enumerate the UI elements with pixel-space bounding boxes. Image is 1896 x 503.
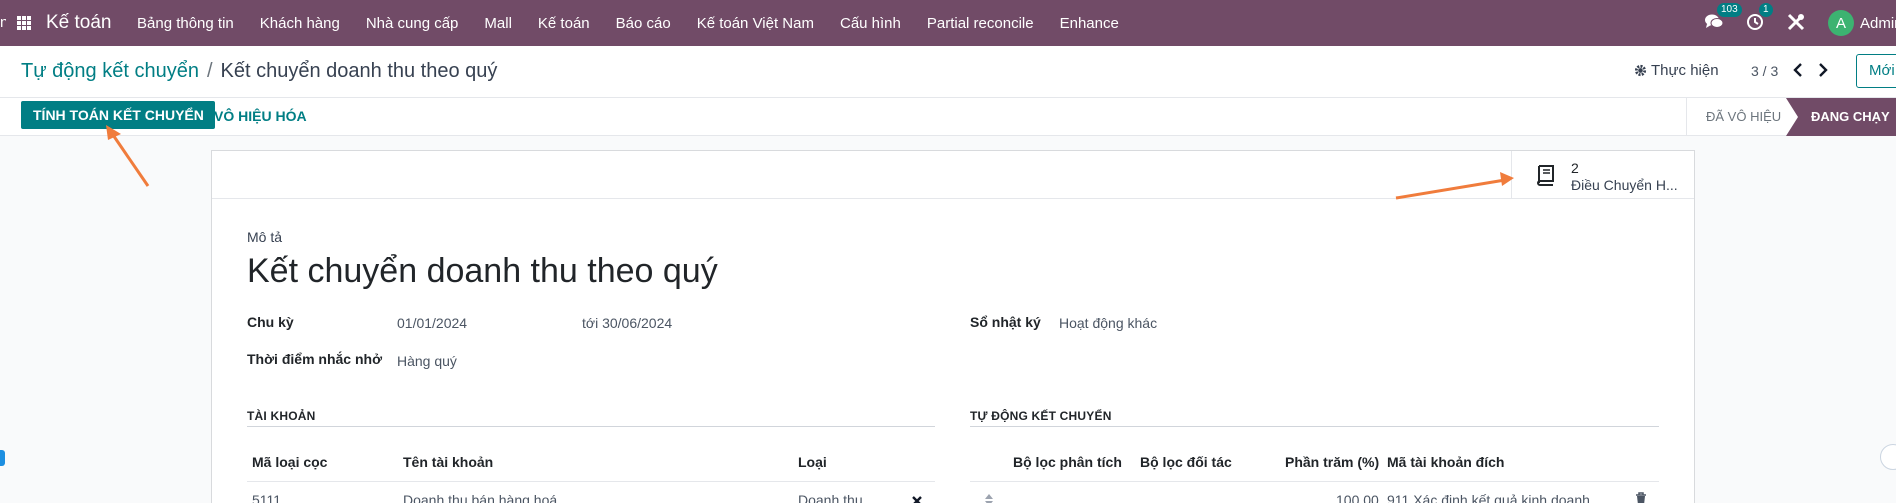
period-label: Chu kỳ xyxy=(247,314,294,330)
chevron-right-icon[interactable] xyxy=(1817,62,1829,78)
activities-count-badge: 1 xyxy=(1759,2,1773,17)
apps-grid-icon[interactable] xyxy=(17,16,31,30)
navbar-systray: 103 1 A Admin xyxy=(1704,0,1896,46)
menu-item-accounting[interactable]: Kế toán xyxy=(525,15,603,32)
period-to-field[interactable]: tới 30/06/2024 xyxy=(582,315,672,331)
transfers-col-target[interactable]: Mã tài khoản đích xyxy=(1387,454,1504,470)
breadcrumb-parent-link[interactable]: Tự động kết chuyển xyxy=(21,60,199,83)
menu-item-configuration[interactable]: Cấu hình xyxy=(827,15,914,32)
action-menu-label: Thực hiện xyxy=(1651,62,1719,79)
transfers-row-target[interactable]: 911 Xác định kết quả kinh doanh xyxy=(1387,492,1590,503)
reminder-label: Thời điểm nhắc nhở xyxy=(247,351,383,367)
journal-label: Sổ nhật ký xyxy=(970,314,1041,330)
delete-row-x-icon[interactable] xyxy=(911,495,923,503)
accounts-section-title: TÀI KHOẢN xyxy=(247,409,316,423)
side-help-tab[interactable] xyxy=(0,450,5,466)
transfers-row-percent[interactable]: 100,00 xyxy=(1336,492,1379,503)
new-record-button[interactable]: Mới xyxy=(1856,54,1896,88)
user-avatar[interactable]: A xyxy=(1828,10,1854,36)
period-from-field[interactable]: 01/01/2024 xyxy=(397,315,467,331)
main-menu: Bảng thông tin Khách hàng Nhà cung cấp M… xyxy=(124,0,1132,46)
form-sheet: 2 Điều Chuyển H... Mô tả Kết chuyển doan… xyxy=(211,150,1695,503)
record-title[interactable]: Kết chuyển doanh thu theo quý xyxy=(247,252,718,291)
accounts-col-type[interactable]: Loại xyxy=(798,454,827,470)
menu-item-partial-reconcile[interactable]: Partial reconcile xyxy=(914,15,1047,32)
stage-running[interactable]: ĐANG CHẠY xyxy=(1786,98,1896,136)
menu-item-customers[interactable]: Khách hàng xyxy=(247,15,353,32)
app-title[interactable]: Kế toán xyxy=(46,12,112,34)
form-statusbar: TÍNH TOÁN KẾT CHUYỂN VÔ HIỆU HÓA ĐÃ VÔ H… xyxy=(0,98,1896,136)
breadcrumb: Tự động kết chuyển / Kết chuyển doanh th… xyxy=(21,60,497,83)
smart-button-value: 2 xyxy=(1571,160,1579,176)
drag-handle-icon[interactable] xyxy=(984,493,994,503)
activities-button[interactable]: 1 xyxy=(1746,2,1773,34)
menu-item-vn-accounting[interactable]: Kế toán Việt Nam xyxy=(684,15,827,32)
menu-item-enhance[interactable]: Enhance xyxy=(1047,15,1132,32)
smart-button-label: Điều Chuyển H... xyxy=(1571,177,1678,193)
messages-button[interactable]: 103 xyxy=(1704,2,1742,34)
control-panel: Tự động kết chuyển / Kết chuyển doanh th… xyxy=(0,46,1896,98)
transfers-header-divider xyxy=(970,481,1659,482)
accounts-header-divider xyxy=(247,481,935,482)
smart-button-transfers[interactable]: 2 Điều Chuyển H... xyxy=(1511,151,1694,199)
accounts-col-name[interactable]: Tên tài khoản xyxy=(403,454,493,470)
menu-item-vendors[interactable]: Nhà cung cấp xyxy=(353,15,472,32)
floating-round-button[interactable] xyxy=(1880,444,1896,470)
description-label: Mô tả xyxy=(247,229,283,245)
menu-item-mall[interactable]: Mall xyxy=(471,15,525,32)
gear-icon xyxy=(1634,64,1647,77)
transfers-col-partner[interactable]: Bộ lọc đối tác xyxy=(1140,454,1232,470)
accounts-col-code[interactable]: Mã loại cọc xyxy=(252,454,327,470)
book-icon xyxy=(1537,165,1554,186)
deactivate-button[interactable]: VÔ HIỆU HÓA xyxy=(214,108,307,124)
chevron-left-icon[interactable] xyxy=(1792,62,1804,78)
menu-item-dashboard[interactable]: Bảng thông tin xyxy=(124,15,247,32)
trash-icon[interactable] xyxy=(1635,492,1647,503)
reminder-field[interactable]: Hàng quý xyxy=(397,353,457,369)
accounts-row-name[interactable]: Doanh thu bán hàng hoá xyxy=(403,492,557,503)
accounts-row-type[interactable]: Doanh thu xyxy=(798,492,863,503)
transfers-section-title: TỰ ĐỘNG KẾT CHUYỂN xyxy=(970,409,1112,423)
menu-item-reports[interactable]: Báo cáo xyxy=(603,15,684,32)
compute-transfer-button[interactable]: TÍNH TOÁN KẾT CHUYỂN xyxy=(21,101,215,129)
accounts-section-divider xyxy=(247,426,935,427)
transfers-col-percent[interactable]: Phần trăm (%) xyxy=(1285,454,1379,470)
tools-icon xyxy=(1787,13,1805,30)
pager-value[interactable]: 3 / 3 xyxy=(1751,63,1778,79)
breadcrumb-current: Kết chuyển doanh thu theo quý xyxy=(220,60,498,82)
stage-inactive[interactable]: ĐÃ VÔ HIỆU xyxy=(1686,98,1786,136)
debug-tools-button[interactable] xyxy=(1786,12,1806,35)
journal-field[interactable]: Hoạt động khác xyxy=(1059,315,1157,331)
transfers-col-analytic[interactable]: Bộ lọc phân tích xyxy=(1013,454,1122,470)
smart-button-box: 2 Điều Chuyển H... xyxy=(212,151,1694,199)
top-navbar: n Kế toán Bảng thông tin Khách hàng Nhà … xyxy=(0,0,1896,46)
accounts-row-code[interactable]: 5111 xyxy=(252,492,281,503)
transfers-section-divider xyxy=(970,426,1659,427)
breadcrumb-separator: / xyxy=(206,60,213,82)
action-menu-button[interactable]: Thực hiện xyxy=(1634,62,1719,79)
user-name[interactable]: Admin xyxy=(1860,15,1896,32)
messages-count-badge: 103 xyxy=(1717,2,1742,17)
navbar-edge-text: n xyxy=(0,14,6,31)
